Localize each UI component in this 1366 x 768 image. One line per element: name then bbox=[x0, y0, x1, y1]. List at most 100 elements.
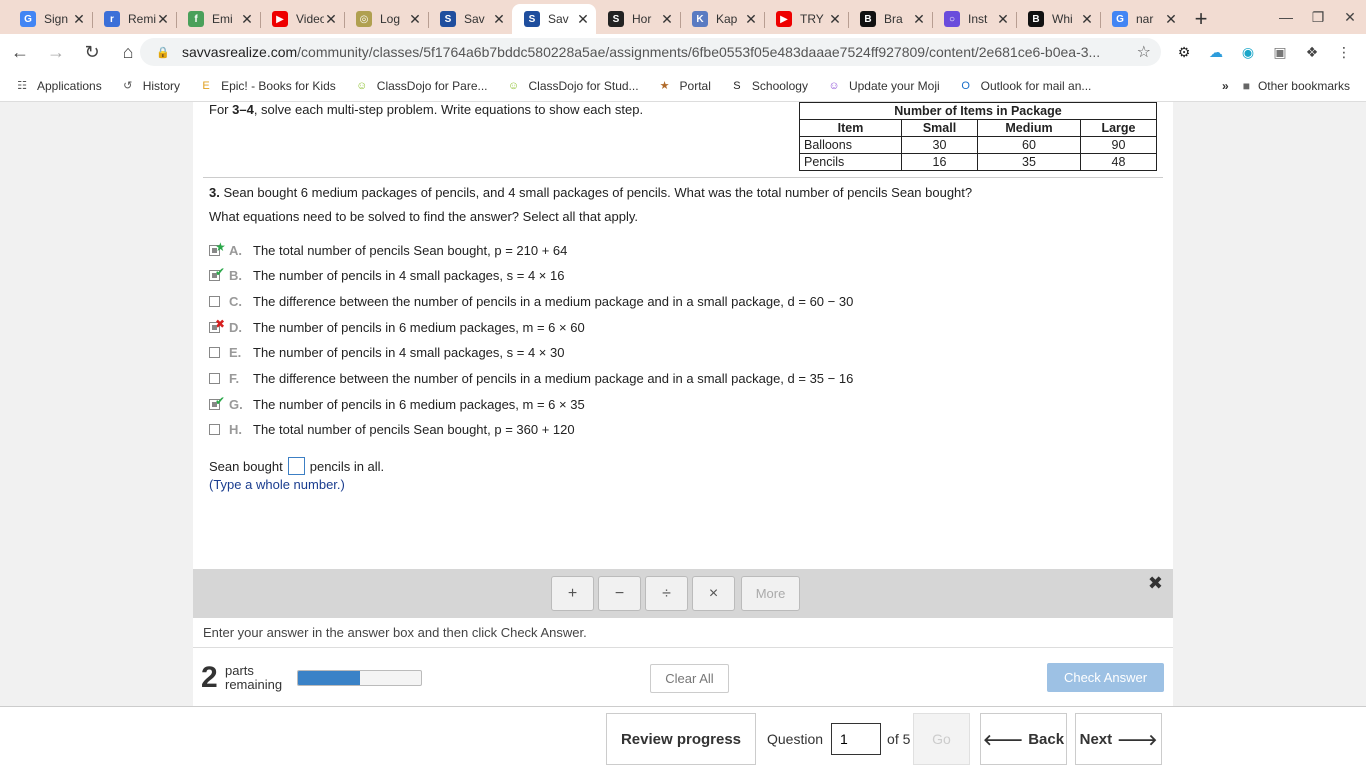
go-button[interactable]: Go bbox=[913, 713, 970, 765]
option-checkbox[interactable] bbox=[209, 424, 220, 436]
answer-option[interactable]: E. The number of pencils in 4 small packa… bbox=[209, 343, 564, 363]
browser-tab[interactable]: S Hor ✕ bbox=[596, 4, 680, 34]
bookmark-item[interactable]: ☷ Applications bbox=[14, 78, 102, 94]
reload-icon[interactable]: ↻ bbox=[76, 36, 108, 68]
browser-tab[interactable]: S Sav ✕ bbox=[428, 4, 512, 34]
bookmark-item[interactable]: E Epic! - Books for Kids bbox=[198, 78, 336, 94]
answer-option[interactable]: C. The difference between the number of p… bbox=[209, 291, 853, 311]
next-button[interactable]: Next 🡒 bbox=[1075, 713, 1162, 765]
answer-option[interactable]: ✔ G. The number of pencils in 6 medium pac… bbox=[209, 394, 585, 414]
minimize-icon[interactable]: — bbox=[1270, 0, 1302, 34]
tab-close-icon[interactable]: ✕ bbox=[324, 11, 338, 28]
option-letter: C. bbox=[229, 293, 242, 309]
answer-option[interactable]: ✖ D. The number of pencils in 6 medium pac… bbox=[209, 317, 585, 337]
other-bookmarks-label: Other bookmarks bbox=[1257, 79, 1350, 93]
browser-tab[interactable]: ◎ Log ✕ bbox=[344, 4, 428, 34]
browser-tab[interactable]: B Bra ✕ bbox=[848, 4, 932, 34]
clear-all-button[interactable]: Clear All bbox=[650, 664, 729, 693]
option-letter: G. bbox=[229, 396, 243, 412]
answer-option[interactable]: H. The total number of pencils Sean bough… bbox=[209, 420, 575, 440]
option-checkbox[interactable]: ✔ bbox=[209, 265, 225, 282]
tab-close-icon[interactable]: ✕ bbox=[492, 11, 506, 28]
new-tab-icon[interactable]: + bbox=[1186, 4, 1216, 34]
check-answer-button[interactable]: Check Answer bbox=[1047, 663, 1164, 692]
address-bar[interactable]: 🔒 savvasrealize.com/community/classes/5f… bbox=[140, 38, 1161, 66]
browser-tab[interactable]: S Sav ✕ bbox=[512, 4, 596, 34]
tab-close-icon[interactable]: ✕ bbox=[828, 11, 842, 28]
table-cell: 16 bbox=[901, 153, 978, 171]
bookmark-label: Applications bbox=[37, 78, 102, 93]
more-button[interactable]: More bbox=[741, 576, 800, 611]
minus-button[interactable]: − bbox=[598, 576, 641, 611]
tab-close-icon[interactable]: ✕ bbox=[72, 11, 86, 28]
option-checkbox[interactable]: ★ bbox=[209, 240, 226, 256]
back-button[interactable]: 🡐 Back bbox=[980, 713, 1067, 765]
question-number-input[interactable] bbox=[831, 723, 882, 755]
bookmark-item[interactable]: ↺ History bbox=[120, 78, 180, 94]
browser-tab[interactable]: ▶ TRY ✕ bbox=[764, 4, 848, 34]
option-letter: E. bbox=[229, 345, 242, 361]
bookmark-item[interactable]: ☺ ClassDojo for Pare... bbox=[354, 78, 487, 94]
plus-button[interactable]: + bbox=[551, 576, 594, 611]
browser-tab[interactable]: B Whi ✕ bbox=[1016, 4, 1100, 34]
bookmark-label: Epic! - Books for Kids bbox=[221, 78, 336, 93]
close-palette-icon[interactable]: ✖ bbox=[1148, 573, 1163, 594]
extension-cast-icon[interactable]: ▣ bbox=[1270, 42, 1290, 62]
chevron-right-icon[interactable]: » bbox=[1222, 79, 1229, 93]
browser-tabstrip: GSign✕rRemind✕fEmi✕▶Video✕◎Log✕SSav✕SSav… bbox=[0, 0, 1366, 34]
browser-tab[interactable]: r Remind✕ bbox=[92, 4, 176, 34]
answer-option[interactable]: F. The difference between the number of p… bbox=[209, 369, 853, 389]
tab-close-icon[interactable]: ✕ bbox=[1080, 11, 1094, 28]
tab-close-icon[interactable]: ✕ bbox=[912, 11, 926, 28]
divide-button[interactable]: ÷ bbox=[645, 576, 688, 611]
forward-arrow-icon[interactable]: → bbox=[40, 36, 72, 68]
option-checkbox[interactable] bbox=[209, 347, 220, 359]
option-checkbox[interactable] bbox=[209, 295, 220, 307]
browser-tab[interactable]: ▶ Video ✕ bbox=[260, 4, 344, 34]
menu-kebab-icon[interactable]: ⋮ bbox=[1334, 42, 1354, 62]
other-bookmarks[interactable]: » ■ Other bookmarks bbox=[1222, 70, 1350, 102]
answer-option[interactable]: ★ A. The total number of pencils Sean boug… bbox=[209, 240, 567, 260]
option-checkbox[interactable]: ✔ bbox=[209, 394, 225, 410]
tab-close-icon[interactable]: ✕ bbox=[660, 11, 674, 28]
extension-cloud-icon[interactable]: ☁ bbox=[1206, 42, 1226, 62]
browser-tab[interactable]: f Emi ✕ bbox=[176, 4, 260, 34]
bookmark-item[interactable]: S Schoology bbox=[729, 78, 808, 94]
answer-line: Sean bought pencils in all. bbox=[209, 457, 384, 475]
parts-remaining-count: 2 bbox=[201, 661, 218, 694]
bookmark-star-icon[interactable]: ☆ bbox=[1137, 42, 1151, 62]
browser-tab[interactable]: G Sign ✕ bbox=[8, 4, 92, 34]
extension-shield-icon[interactable]: ◉ bbox=[1238, 42, 1258, 62]
tab-close-icon[interactable]: ✕ bbox=[240, 11, 254, 28]
bookmark-item[interactable]: ☺ Update your Moji bbox=[826, 78, 939, 94]
option-text: The total number of pencils Sean bought,… bbox=[253, 242, 568, 258]
tab-close-icon[interactable]: ✕ bbox=[408, 11, 422, 28]
bookmark-item[interactable]: ★ Portal bbox=[657, 78, 711, 94]
option-checkbox[interactable]: ✖ bbox=[209, 317, 225, 333]
option-text: The total number of pencils Sean bought,… bbox=[253, 422, 575, 438]
answer-option[interactable]: ✔ B. The number of pencils in 4 small pack… bbox=[209, 265, 564, 286]
tab-close-icon[interactable]: ✕ bbox=[576, 11, 590, 28]
back-arrow-icon[interactable]: ← bbox=[4, 36, 36, 68]
close-window-icon[interactable]: ✕ bbox=[1334, 0, 1366, 34]
b-icon: B bbox=[1028, 11, 1044, 27]
extension-privacy-icon[interactable]: ⚙ bbox=[1174, 42, 1194, 62]
restore-icon[interactable]: ❐ bbox=[1302, 0, 1334, 34]
bookmark-item[interactable]: O Outlook for mail an... bbox=[958, 78, 1091, 94]
times-button[interactable]: × bbox=[692, 576, 735, 611]
tab-close-icon[interactable]: ✕ bbox=[156, 11, 170, 28]
extensions-puzzle-icon[interactable]: ❖ bbox=[1302, 42, 1322, 62]
tab-title: Sign bbox=[44, 12, 69, 26]
browser-tab[interactable]: Gnar ✕ bbox=[1100, 4, 1184, 34]
question-text: 3. Sean bought 6 medium packages of penc… bbox=[209, 185, 973, 200]
answer-input[interactable] bbox=[287, 457, 305, 475]
browser-tab[interactable]: ○ Inst ✕ bbox=[932, 4, 1016, 34]
tab-close-icon[interactable]: ✕ bbox=[1164, 11, 1178, 28]
tab-close-icon[interactable]: ✕ bbox=[996, 11, 1010, 28]
tab-close-icon[interactable]: ✕ bbox=[744, 11, 758, 28]
browser-tab[interactable]: K Kap ✕ bbox=[680, 4, 764, 34]
option-checkbox[interactable] bbox=[209, 373, 220, 384]
review-progress-button[interactable]: Review progress bbox=[606, 713, 756, 765]
bookmark-item[interactable]: ☺ ClassDojo for Stud... bbox=[506, 78, 639, 94]
answer-prefix: Sean bought bbox=[209, 458, 283, 474]
